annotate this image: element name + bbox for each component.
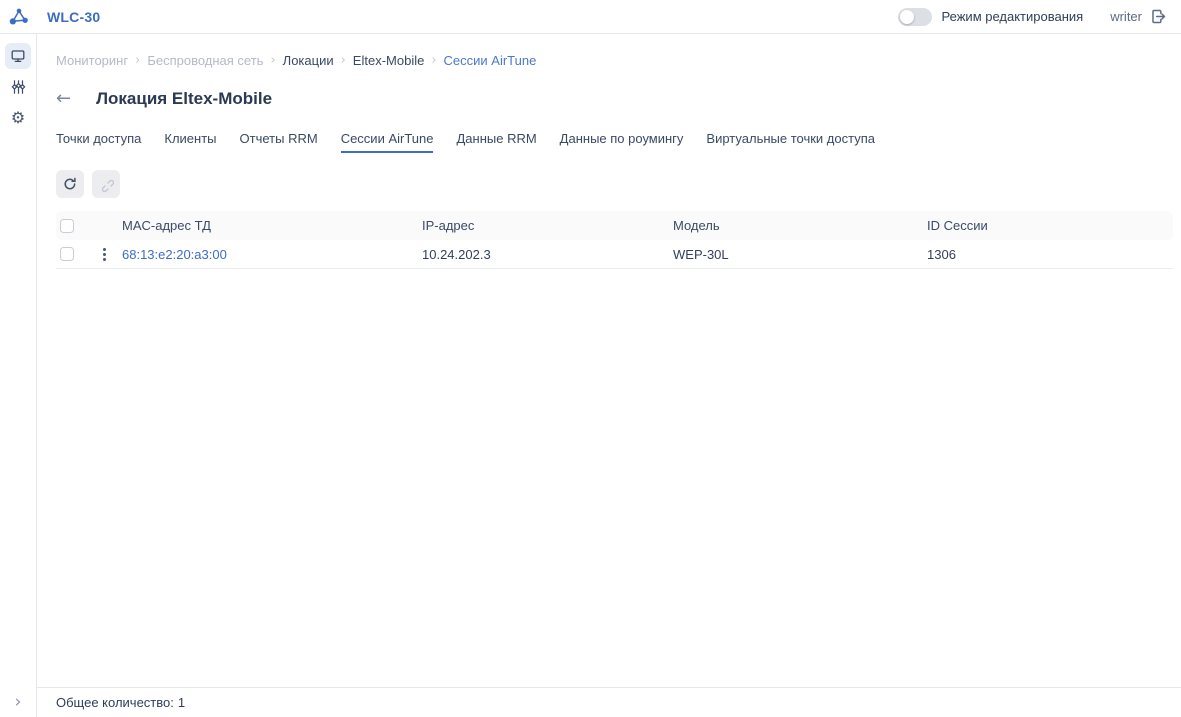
table-row: 68:13:e2:20:a3:00 10.24.202.3 WEP-30L 13… xyxy=(56,240,1173,269)
edit-mode-toggle[interactable] xyxy=(897,7,932,26)
tab-access-points[interactable]: Точки доступа xyxy=(56,131,141,153)
column-header-mac: MAC-адрес ТД xyxy=(122,218,211,233)
tab-virtual-access-points[interactable]: Виртуальные точки доступа xyxy=(706,131,875,153)
app-title: WLC-30 xyxy=(47,8,101,25)
total-count-value: 1 xyxy=(177,695,186,710)
sessions-table: MAC-адрес ТД IP-адрес Модель ID Сессии 6… xyxy=(56,211,1173,269)
chevron-right-icon: › xyxy=(340,53,346,68)
chevron-right-icon: › xyxy=(431,53,437,68)
breadcrumb-item-location[interactable]: Eltex-Mobile xyxy=(353,53,425,68)
monitor-icon xyxy=(10,48,26,64)
breadcrumb-item-wireless[interactable]: Беспроводная сеть xyxy=(147,53,263,68)
column-header-ip: IP-адрес xyxy=(422,218,475,233)
top-bar: WLC-30 Режим редактирования writer xyxy=(0,0,1181,34)
sidebar-item-configuration[interactable] xyxy=(5,74,31,100)
tab-bar: Точки доступа Клиенты Отчеты RRM Сессии … xyxy=(56,131,1173,153)
table-footer: Общее количество: 1 xyxy=(37,687,1181,717)
sidebar-item-settings[interactable]: ⚙ xyxy=(5,105,31,131)
breadcrumb-item-monitoring[interactable]: Мониторинг xyxy=(56,53,128,68)
column-header-model: Модель xyxy=(673,218,720,233)
gear-icon: ⚙ xyxy=(10,108,26,127)
page-title: Локация Eltex-Mobile xyxy=(96,89,273,108)
mac-address-link[interactable]: 68:13:e2:20:a3:00 xyxy=(122,247,227,262)
chevron-right-icon: › xyxy=(135,53,141,68)
tab-clients[interactable]: Клиенты xyxy=(164,131,216,153)
edit-mode-label: Режим редактирования xyxy=(941,9,1084,24)
toolbar xyxy=(56,170,1173,198)
username[interactable]: writer xyxy=(1110,9,1142,24)
sidebar-item-monitoring[interactable] xyxy=(5,43,31,69)
back-arrow-icon[interactable]: ← xyxy=(56,90,71,108)
toggle-knob xyxy=(899,9,914,24)
tab-airtune-sessions[interactable]: Сессии AirTune xyxy=(340,131,434,153)
breadcrumb-item-airtune-sessions[interactable]: Сессии AirTune xyxy=(444,53,537,68)
session-id-cell: 1306 xyxy=(927,246,956,262)
main-area: ⚙ › Мониторинг › Беспроводная сеть › Лок… xyxy=(0,34,1181,717)
breadcrumb-item-locations[interactable]: Локации xyxy=(283,53,334,68)
sidebar: ⚙ › xyxy=(0,34,37,717)
tab-roaming-data[interactable]: Данные по роумингу xyxy=(560,131,684,153)
logout-icon[interactable] xyxy=(1150,8,1167,25)
select-all-checkbox[interactable] xyxy=(60,218,74,233)
content: Мониторинг › Беспроводная сеть › Локации… xyxy=(37,34,1181,717)
sliders-icon xyxy=(11,79,26,95)
unlink-icon xyxy=(99,177,114,192)
total-count-label: Общее количество: xyxy=(56,695,174,710)
tab-rrm-reports[interactable]: Отчеты RRM xyxy=(240,131,318,153)
app-logo-icon xyxy=(8,6,30,28)
tab-rrm-data[interactable]: Данные RRM xyxy=(456,131,536,153)
model-cell: WEP-30L xyxy=(673,246,729,262)
table-header-row: MAC-адрес ТД IP-адрес Модель ID Сессии xyxy=(56,211,1173,240)
row-checkbox[interactable] xyxy=(60,247,74,261)
ip-address-cell: 10.24.202.3 xyxy=(422,246,491,262)
row-menu-kebab-icon[interactable] xyxy=(96,246,112,263)
refresh-button[interactable] xyxy=(56,170,84,198)
sidebar-expand-chevron-icon[interactable]: › xyxy=(0,694,36,711)
disconnect-session-button[interactable] xyxy=(92,170,120,198)
chevron-right-icon: › xyxy=(270,53,276,68)
breadcrumb: Мониторинг › Беспроводная сеть › Локации… xyxy=(56,53,1173,68)
column-header-session-id: ID Сессии xyxy=(927,218,988,233)
refresh-icon xyxy=(63,177,77,191)
